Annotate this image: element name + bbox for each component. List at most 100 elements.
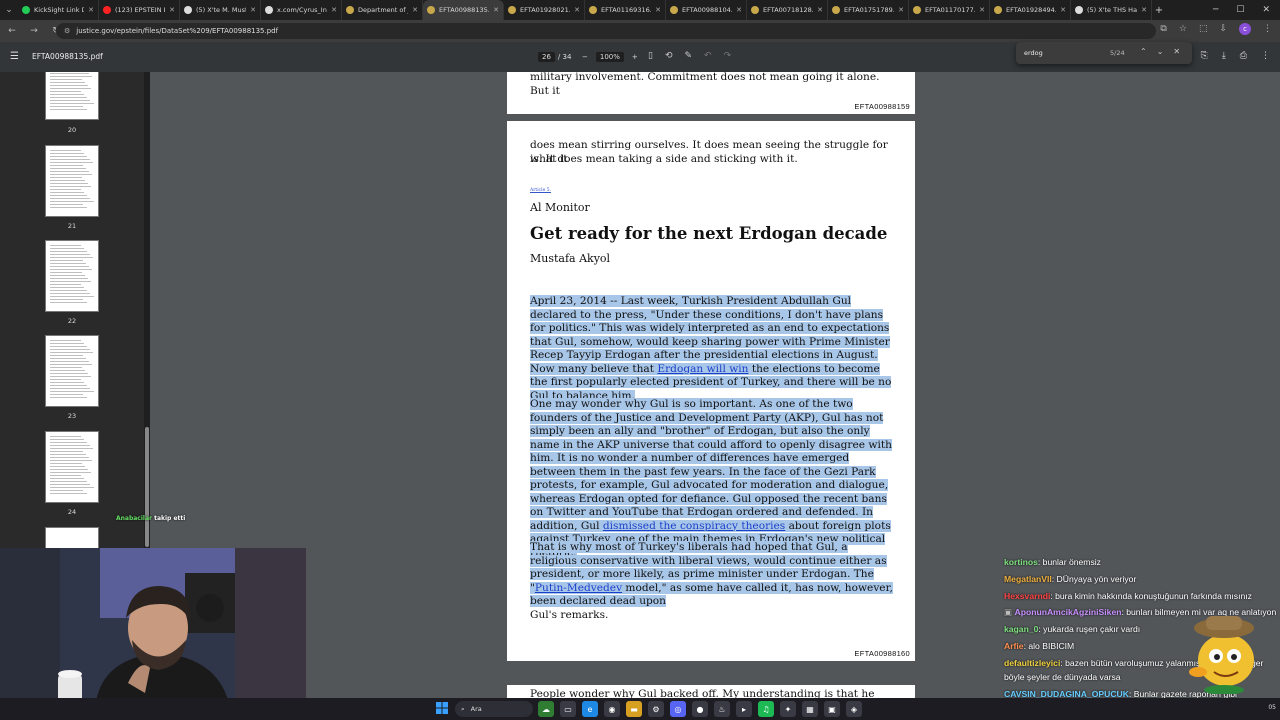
page-number-input[interactable]: 26 (538, 52, 555, 62)
putin-medvedev-link[interactable]: Putin-Medvedev (535, 582, 622, 594)
find-input[interactable]: erdog (1024, 49, 1043, 57)
tab-close-icon[interactable]: ✕ (250, 6, 256, 14)
tab-close-icon[interactable]: ✕ (898, 6, 904, 14)
print-icon[interactable]: ⎙ (1240, 51, 1247, 61)
conspiracy-theories-link[interactable]: dismissed the conspiracy theories (603, 520, 785, 532)
browser-tab[interactable]: EFTA01169316.pd ✕ (585, 0, 666, 20)
annotate-icon[interactable]: ✎ (685, 51, 693, 61)
sidebar-scroll-thumb[interactable] (145, 427, 149, 547)
rotate-icon[interactable]: ⟲ (665, 51, 673, 61)
chat-username[interactable]: Hexsvarndi (1004, 591, 1050, 601)
maximize-icon[interactable]: ☐ (1236, 5, 1244, 15)
discord-icon[interactable]: ◎ (670, 701, 686, 717)
browser-tab[interactable]: EFTA00988135.pd ✕ (423, 0, 504, 20)
close-window-icon[interactable]: ✕ (1262, 5, 1270, 15)
bookmark-star-icon[interactable]: ☆ (1179, 24, 1187, 34)
back-icon[interactable]: ← (6, 26, 18, 36)
terminal-icon[interactable]: ▸ (736, 701, 752, 717)
find-previous-icon[interactable]: ⌃ (1140, 47, 1147, 56)
tab-close-icon[interactable]: ✕ (493, 6, 499, 14)
widgets-icon[interactable]: ☁ (538, 701, 554, 717)
browser-tab[interactable]: EFTA00718128.pd ✕ (747, 0, 828, 20)
minimize-icon[interactable]: ─ (1213, 5, 1218, 15)
browser-menu-icon[interactable]: ⋮ (1263, 24, 1272, 34)
tab-close-icon[interactable]: ✕ (817, 6, 823, 14)
tab-close-icon[interactable]: ✕ (736, 6, 742, 14)
store-icon[interactable]: ▦ (802, 701, 818, 717)
chat-username[interactable]: MegatlanVII (1004, 574, 1052, 584)
find-next-icon[interactable]: ⌄ (1157, 47, 1164, 56)
browser-tab[interactable]: EFTA01170177.pd ✕ (909, 0, 990, 20)
erdogan-will-win-link[interactable]: Erdogan will win (657, 363, 748, 375)
tab-close-icon[interactable]: ✕ (1141, 6, 1147, 14)
extensions-icon[interactable]: ⬚ (1199, 24, 1208, 34)
profile-avatar[interactable]: c (1239, 23, 1251, 35)
menu-icon[interactable]: ☰ (10, 51, 19, 62)
davinci-icon[interactable]: ✦ (780, 701, 796, 717)
tab-close-icon[interactable]: ✕ (331, 6, 337, 14)
tab-favicon-icon (265, 6, 273, 14)
chat-username[interactable]: kortinos (1004, 557, 1038, 567)
find-close-icon[interactable]: ✕ (1173, 47, 1180, 56)
new-tab-button[interactable]: + (1152, 5, 1166, 16)
site-info-icon[interactable]: ⚙ (64, 27, 70, 35)
taskbar-search[interactable]: ⌕ Ara (455, 701, 533, 717)
webcam-feed (0, 548, 306, 708)
undo-icon[interactable]: ↶ (704, 51, 712, 61)
browser-tab[interactable]: (123) EPSTEIN DO ✕ (99, 0, 180, 20)
spotify-icon[interactable]: ♫ (758, 701, 774, 717)
obs-icon[interactable]: ● (692, 701, 708, 717)
forward-icon[interactable]: → (28, 26, 40, 36)
tab-close-icon[interactable]: ✕ (655, 6, 661, 14)
page-thumbnail[interactable] (45, 145, 99, 217)
steam-icon[interactable]: ♨ (714, 701, 730, 717)
settings-icon[interactable]: ⚙ (648, 701, 664, 717)
windows-start-icon[interactable] (436, 702, 448, 714)
tab-search-icon[interactable]: ⌄ (0, 0, 18, 20)
app-icon[interactable]: ▣ (824, 701, 840, 717)
browser-tab[interactable]: EFTA01928494.pd ✕ (990, 0, 1071, 20)
more-options-icon[interactable]: ⋮ (1261, 51, 1270, 61)
downloads-icon[interactable]: ⇩ (1219, 24, 1227, 34)
chat-username[interactable]: kagan_0 (1004, 624, 1038, 634)
folder-icon[interactable]: ▬ (626, 701, 642, 717)
redo-icon[interactable]: ↷ (724, 51, 732, 61)
tab-close-icon[interactable]: ✕ (88, 6, 94, 14)
chat-text: : bura kimin hakkında konuştuğunun farkı… (1050, 590, 1252, 601)
chat-username[interactable]: defaultizleyici (1004, 658, 1060, 668)
chat-username[interactable]: Arfie (1004, 641, 1024, 651)
tab-close-icon[interactable]: ✕ (1060, 6, 1066, 14)
chat-message: MegatlanVII: DÜnyaya yön veriyor (1004, 571, 1280, 588)
page-thumbnail[interactable] (45, 527, 99, 548)
game-icon[interactable]: ◈ (846, 701, 862, 717)
edge-icon[interactable]: e (582, 701, 598, 717)
browser-tab[interactable]: x.com/Cyrus_Inte ✕ (261, 0, 342, 20)
browser-tab[interactable]: (5) X'te M. Musta ✕ (180, 0, 261, 20)
browser-tab[interactable]: KickSight Link De ✕ (18, 0, 99, 20)
file-explorer-icon[interactable]: ▭ (560, 701, 576, 717)
tab-close-icon[interactable]: ✕ (574, 6, 580, 14)
browser-tab[interactable]: (5) X'te THS Habe✕ (1071, 0, 1152, 20)
url-field[interactable]: ⚙ justice.gov/epstein/files/DataSet%209/… (56, 23, 1156, 39)
browser-tab[interactable]: EFTA01928021.pd ✕ (504, 0, 585, 20)
zoom-out-icon[interactable]: − (582, 53, 588, 61)
page-thumbnail[interactable] (45, 431, 99, 503)
page-thumbnail[interactable] (45, 335, 99, 407)
chrome-icon[interactable]: ◉ (604, 701, 620, 717)
article-link[interactable]: Article 5. (530, 188, 551, 193)
browser-tab[interactable]: Department of Ju ✕ (342, 0, 423, 20)
save-copy-icon[interactable]: ⎘ (1201, 51, 1208, 61)
translate-icon[interactable]: ⧉ (1160, 24, 1166, 34)
zoom-in-icon[interactable]: + (632, 53, 638, 61)
tab-close-icon[interactable]: ✕ (979, 6, 985, 14)
fit-page-icon[interactable]: ▯ (648, 51, 653, 61)
page-thumbnail[interactable] (45, 240, 99, 312)
chat-username[interactable]: AponunAmcikAgziniSiken (1015, 607, 1122, 617)
page-thumbnail[interactable] (45, 72, 99, 120)
browser-tab[interactable]: EFTA00988104.pd ✕ (666, 0, 747, 20)
zoom-level-input[interactable]: 100% (595, 52, 624, 62)
download-icon[interactable]: ⤓ (1222, 51, 1226, 61)
tab-close-icon[interactable]: ✕ (412, 6, 418, 14)
tab-close-icon[interactable]: ✕ (169, 6, 175, 14)
browser-tab[interactable]: EFTA01751789.pd ✕ (828, 0, 909, 20)
